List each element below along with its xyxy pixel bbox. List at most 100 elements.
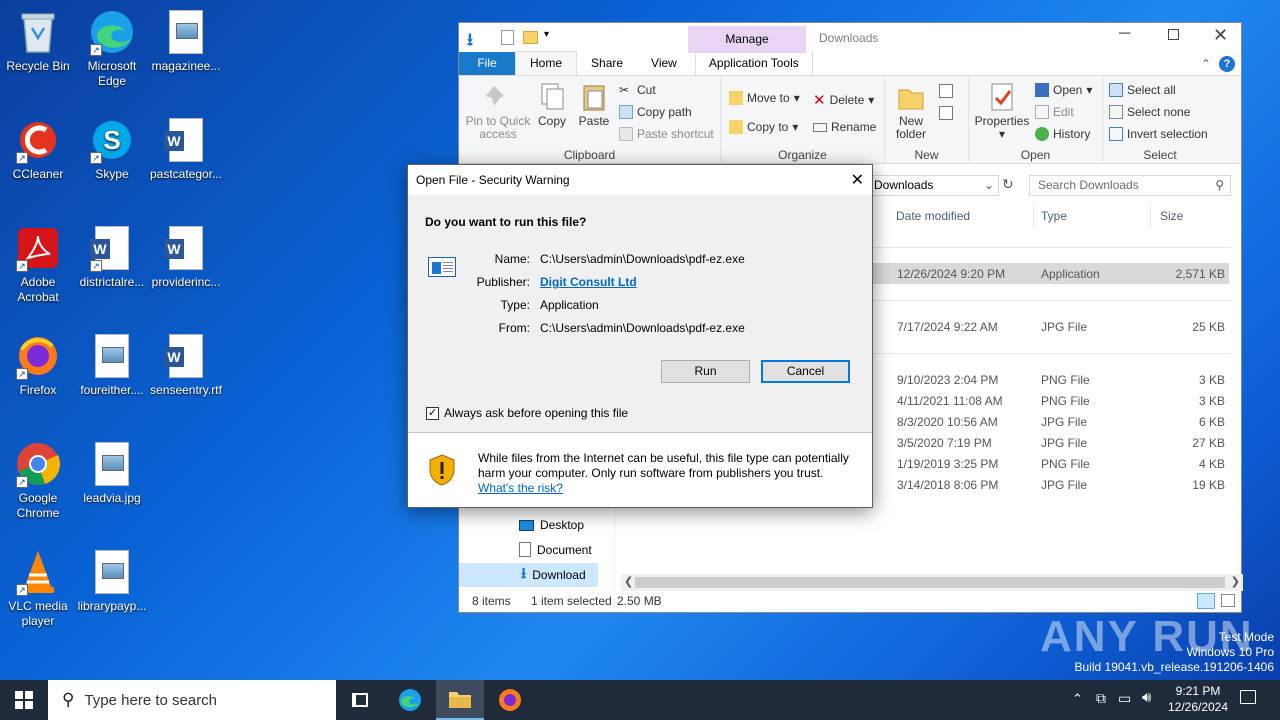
pin-quick-access-button[interactable]: Pin to Quick access [465,82,531,141]
invert-selection-button[interactable]: Invert selection [1109,127,1208,141]
paste-button[interactable]: Paste [577,82,611,128]
notification-icon[interactable] [1240,690,1256,704]
taskbar-search-box[interactable]: ⚲ Type here to search [48,680,336,720]
search-input[interactable]: Search Downloads ⚲ [1029,175,1231,196]
tab-share[interactable]: Share [577,52,637,75]
always-ask-checkbox[interactable]: ✓ Always ask before opening this file [426,406,628,420]
dialog-close-icon[interactable]: ✕ [851,170,864,190]
word-document-icon[interactable]: W ↗ districtalre... [74,224,150,290]
network-icon[interactable]: ⧉ [1096,690,1106,707]
scrollbar-thumb[interactable] [635,577,1225,588]
help-icon[interactable]: ? [1219,56,1235,72]
new-item-icon[interactable] [939,84,953,98]
nav-item-downloads[interactable]: ⭳ Download [459,563,598,587]
column-header-size[interactable]: Size [1160,209,1183,223]
file-row[interactable]: 8/3/2020 10:56 AM JPG File 6 KB [873,411,1229,432]
file-row[interactable]: 7/17/2024 9:22 AM JPG File 25 KB [873,316,1229,337]
details-view-icon[interactable] [1197,593,1215,609]
task-view-button[interactable] [336,680,384,720]
file-row[interactable]: 3/14/2018 8:06 PM JPG File 19 KB [873,474,1229,495]
copy-button[interactable]: Copy [535,82,569,128]
manage-context-tab[interactable]: Manage [688,26,806,53]
horizontal-scrollbar[interactable]: ❮ ❯ [621,574,1243,591]
folder-qa-icon[interactable] [523,31,538,44]
tab-application-tools[interactable]: Application Tools [694,52,813,75]
collapse-ribbon-icon[interactable]: ⌃ [1201,57,1211,71]
paste-shortcut-button[interactable]: Paste shortcut [619,127,714,141]
properties-button[interactable]: Properties ▾ [973,82,1031,141]
adobe-acrobat-icon[interactable]: ↗ Adobe Acrobat [0,224,76,305]
word-document-icon[interactable]: W senseentry.rtf [148,332,224,398]
run-button[interactable]: Run [661,360,750,383]
address-bar[interactable]: Downloads ⌄ [867,175,999,196]
taskbar-firefox-button[interactable] [486,680,534,720]
delete-icon: ✕ [813,92,826,109]
recycle-bin-icon[interactable]: Recycle Bin [0,8,76,74]
scroll-left-icon[interactable]: ❮ [624,575,633,588]
cut-button[interactable]: ✂ Cut [619,83,656,97]
taskbar-edge-button[interactable] [386,680,434,720]
paste-icon [580,82,608,112]
copy-path-button[interactable]: Copy path [619,105,692,119]
history-button[interactable]: History [1035,127,1090,141]
image-file-icon[interactable]: librarypayp... [74,548,150,614]
vlc-icon[interactable]: ↗ VLC media player [0,548,76,629]
cancel-button[interactable]: Cancel [761,360,850,383]
customize-qa-icon[interactable]: ▾ [544,29,549,40]
checkbox-checked-icon[interactable]: ✓ [426,406,439,420]
edge-icon[interactable]: ↗ Microsoft Edge [74,8,150,89]
file-row[interactable]: 9/10/2023 2:04 PM PNG File 3 KB [873,369,1229,390]
shield-warning-icon [428,453,456,487]
new-folder-button[interactable]: New folder [891,82,931,141]
nav-item-documents[interactable]: Document [519,542,592,557]
google-chrome-icon[interactable]: ↗ Google Chrome [0,440,76,521]
show-hidden-icons[interactable]: ⌃ [1072,691,1083,707]
word-document-icon[interactable]: W pastcategor... [148,116,224,182]
select-none-button[interactable]: Select none [1109,105,1190,119]
file-row[interactable]: 3/5/2020 7:19 PM JPG File 27 KB [873,432,1229,453]
large-icons-view-icon[interactable] [1221,594,1235,607]
delete-button[interactable]: ✕ Delete ▾ [813,91,874,109]
tab-file[interactable]: File [459,52,515,75]
image-file-icon[interactable]: leadvia.jpg [74,440,150,506]
file-row[interactable]: 12/26/2024 9:20 PM Application 2,571 KB [873,263,1229,284]
file-row[interactable]: 1/19/2019 3:25 PM PNG File 4 KB [873,453,1229,474]
minimize-button[interactable]: ─ [1119,25,1130,43]
maximize-button[interactable] [1168,29,1179,40]
refresh-icon[interactable]: ↻ [1002,176,1014,193]
column-header-date[interactable]: Date modified [896,209,970,223]
close-button[interactable]: ✕ [1213,25,1228,46]
address-dropdown-icon[interactable]: ⌄ [984,176,994,195]
tab-home[interactable]: Home [515,51,578,75]
word-document-icon[interactable]: W providerinc... [148,224,224,290]
rename-button[interactable]: Rename [813,120,876,134]
start-button[interactable] [0,680,48,720]
properties-qa-icon[interactable] [501,30,514,45]
tab-view[interactable]: View [637,52,691,75]
warning-panel: While files from the Internet can be use… [408,433,872,507]
documents-icon [519,542,531,557]
select-all-button[interactable]: Select all [1109,83,1176,97]
easy-access-icon[interactable] [939,106,953,120]
image-file-icon[interactable]: foureither.... [74,332,150,398]
nav-item-desktop[interactable]: Desktop [519,518,584,532]
copy-path-icon [619,105,633,119]
edit-button[interactable]: Edit [1035,105,1074,119]
file-row[interactable]: 4/11/2021 11:08 AM PNG File 3 KB [873,390,1229,411]
whats-the-risk-link[interactable]: What's the risk? [478,481,563,495]
ccleaner-icon[interactable]: ↗ CCleaner [0,116,76,182]
image-file-icon[interactable]: magazinee... [148,8,224,74]
column-header-type[interactable]: Type [1041,209,1067,223]
history-icon [1035,127,1049,141]
move-to-button[interactable]: Move to ▾ [729,91,800,105]
clock[interactable]: 9:21 PM 12/26/2024 [1160,683,1236,715]
firefox-icon[interactable]: ↗ Firefox [0,332,76,398]
publisher-link[interactable]: Digit Consult Ltd [540,275,637,298]
volume-icon[interactable]: 🔊︎ [1142,689,1151,706]
taskbar-explorer-button[interactable] [436,680,484,720]
ethernet-icon[interactable]: ▭ [1118,690,1131,707]
scroll-right-icon[interactable]: ❯ [1231,575,1240,588]
skype-icon[interactable]: S ↗ Skype [74,116,150,182]
open-button[interactable]: Open ▾ [1035,83,1092,97]
copy-to-button[interactable]: Copy to ▾ [729,120,798,134]
